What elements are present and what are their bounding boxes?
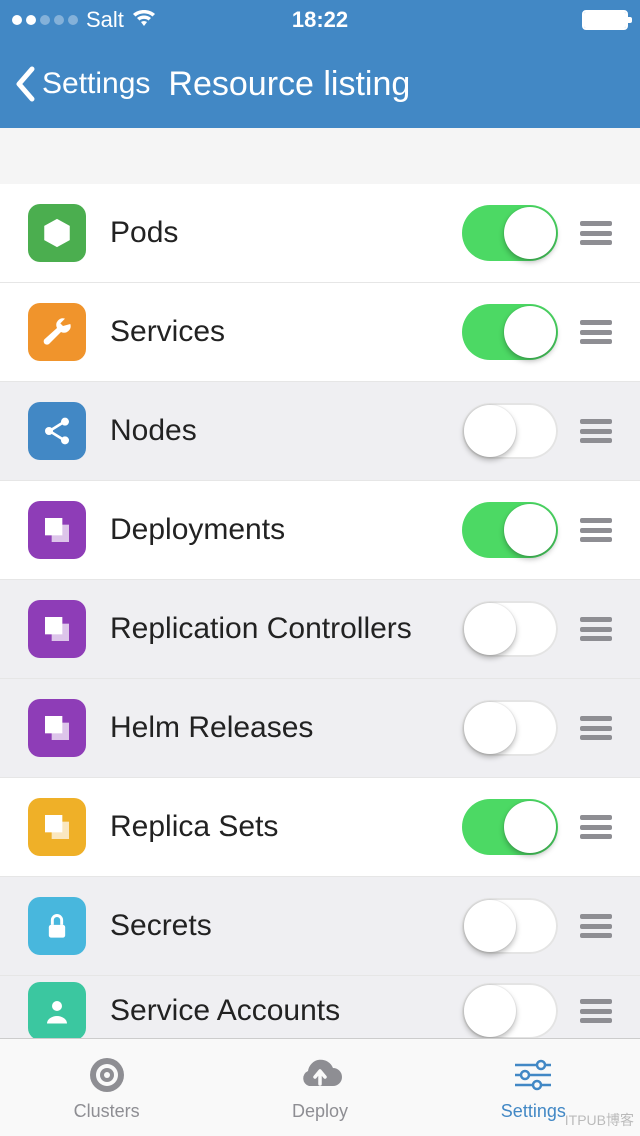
stack-icon — [28, 699, 86, 757]
back-label[interactable]: Settings — [42, 67, 150, 101]
resource-toggle[interactable] — [462, 304, 558, 360]
reorder-handle-icon[interactable] — [580, 999, 612, 1023]
resource-label: Nodes — [110, 414, 462, 448]
clock-label: 18:22 — [292, 7, 348, 33]
resource-label: Helm Releases — [110, 711, 462, 745]
sliders-icon — [513, 1053, 553, 1097]
resource-toggle[interactable] — [462, 502, 558, 558]
resource-row: Service Accounts — [0, 976, 640, 1038]
tab-clusters[interactable]: Clusters — [0, 1039, 213, 1136]
resource-row: Helm Releases — [0, 679, 640, 778]
tab-label: Clusters — [74, 1101, 140, 1122]
carrier-label: Salt — [86, 7, 124, 33]
resource-label: Services — [110, 315, 462, 349]
reorder-handle-icon[interactable] — [580, 914, 612, 938]
resource-label: Replica Sets — [110, 810, 462, 844]
stack-icon — [28, 600, 86, 658]
resource-toggle[interactable] — [462, 700, 558, 756]
watermark-label: ITPUB博客 — [565, 1110, 634, 1130]
reorder-handle-icon[interactable] — [580, 815, 612, 839]
tab-label: Deploy — [292, 1101, 348, 1122]
resource-label: Pods — [110, 216, 462, 250]
back-button[interactable] — [10, 62, 40, 106]
battery-icon — [582, 10, 628, 30]
cloud-up-icon — [295, 1053, 345, 1097]
resource-label: Service Accounts — [110, 994, 462, 1028]
user-icon — [28, 982, 86, 1038]
lock-icon — [28, 897, 86, 955]
reorder-handle-icon[interactable] — [580, 221, 612, 245]
resource-row: Pods — [0, 184, 640, 283]
resource-label: Deployments — [110, 513, 462, 547]
tab-bar: Clusters Deploy Settings — [0, 1038, 640, 1136]
resource-toggle[interactable] — [462, 205, 558, 261]
reorder-handle-icon[interactable] — [580, 617, 612, 641]
resource-toggle[interactable] — [462, 403, 558, 459]
resource-row: Deployments — [0, 481, 640, 580]
resource-row: Secrets — [0, 877, 640, 976]
resource-label: Replication Controllers — [110, 612, 462, 646]
tab-label: Settings — [501, 1101, 566, 1122]
reorder-handle-icon[interactable] — [580, 320, 612, 344]
status-left: Salt — [12, 7, 156, 33]
resource-toggle[interactable] — [462, 983, 558, 1038]
share-icon — [28, 402, 86, 460]
resource-row: Replica Sets — [0, 778, 640, 877]
wrench-icon — [28, 303, 86, 361]
resource-toggle[interactable] — [462, 898, 558, 954]
reorder-handle-icon[interactable] — [580, 419, 612, 443]
tab-deploy[interactable]: Deploy — [213, 1039, 426, 1136]
stack-icon — [28, 798, 86, 856]
resource-toggle[interactable] — [462, 601, 558, 657]
resource-toggle[interactable] — [462, 799, 558, 855]
resource-row: Nodes — [0, 382, 640, 481]
reorder-handle-icon[interactable] — [580, 716, 612, 740]
resource-row: Services — [0, 283, 640, 382]
signal-strength-icon — [12, 15, 78, 25]
target-icon — [87, 1053, 127, 1097]
stack-icon — [28, 501, 86, 559]
wifi-icon — [132, 7, 156, 33]
status-bar: Salt 18:22 — [0, 0, 640, 40]
page-title: Resource listing — [168, 65, 410, 104]
nav-bar: Settings Resource listing — [0, 40, 640, 128]
reorder-handle-icon[interactable] — [580, 518, 612, 542]
resource-label: Secrets — [110, 909, 462, 943]
cube-icon — [28, 204, 86, 262]
resource-list: Pods Services Nodes Deployments Replication … — [0, 184, 640, 1038]
resource-row: Replication Controllers — [0, 580, 640, 679]
chevron-left-icon — [15, 66, 35, 102]
